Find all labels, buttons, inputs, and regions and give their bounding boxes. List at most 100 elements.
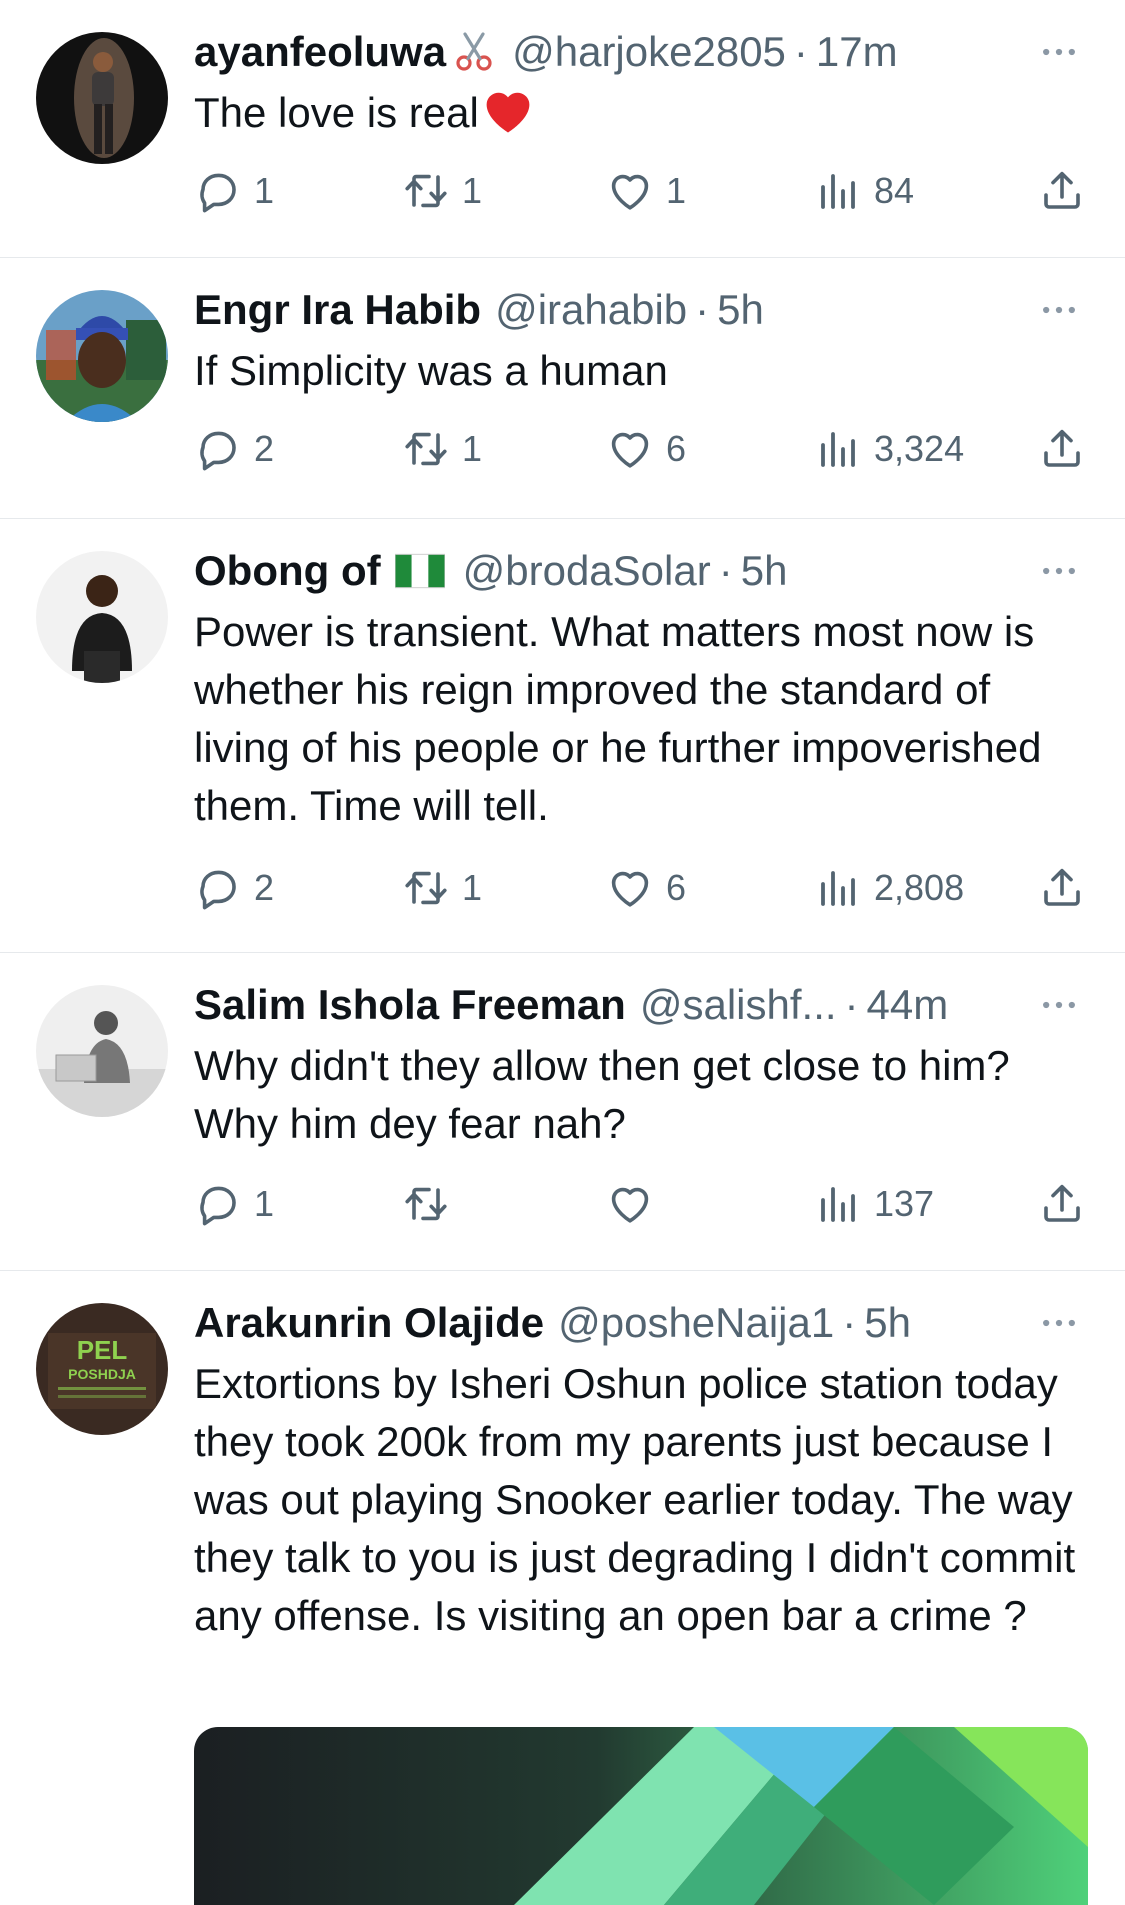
more-options-button[interactable] <box>1035 547 1083 595</box>
author-handle[interactable]: @harjoke2805 <box>512 24 786 80</box>
timestamp[interactable]: 5h <box>741 543 788 599</box>
views-button[interactable]: 2,808 <box>814 859 964 917</box>
views-button[interactable]: 3,324 <box>814 420 964 478</box>
more-options-button[interactable] <box>1035 28 1083 76</box>
ellipsis-icon <box>1037 549 1081 593</box>
avatar-logo-subtext: POSHDJA <box>68 1366 136 1382</box>
ellipsis-icon <box>1037 288 1081 332</box>
avatar-logo-text: PEL <box>77 1335 128 1365</box>
heart-icon <box>606 167 654 215</box>
author-handle[interactable]: @posheNaija1 <box>558 1295 834 1351</box>
view-count: 137 <box>874 1183 935 1224</box>
share-icon <box>1038 864 1086 912</box>
retweet-button[interactable]: 1 <box>402 162 482 220</box>
avatar[interactable] <box>36 290 168 422</box>
views-button[interactable]: 84 <box>814 162 914 220</box>
like-count: 6 <box>666 867 687 908</box>
share-button[interactable] <box>1038 1175 1086 1233</box>
share-button[interactable] <box>1038 420 1086 478</box>
like-button[interactable]: 1 <box>606 162 686 220</box>
author-name[interactable]: Obong of <box>194 543 381 599</box>
tweet-actions: 1 137 <box>194 1175 1094 1233</box>
avatar[interactable] <box>36 32 168 164</box>
retweet-button[interactable]: 1 <box>402 859 482 917</box>
reply-icon <box>194 1180 242 1228</box>
bar-chart-icon <box>814 864 862 912</box>
tweet-text: The love is real <box>194 84 1094 150</box>
scissors-icon <box>450 28 498 76</box>
author-name[interactable]: Engr Ira Habib <box>194 282 481 338</box>
retweet-icon <box>402 864 450 912</box>
tweet-text: Why didn't they allow then get close to … <box>194 1042 1010 1147</box>
author-handle[interactable]: @salishf... <box>640 977 837 1033</box>
tweet-card[interactable]: Obong of @brodaSolar · 5h Power is trans… <box>0 519 1125 953</box>
tweet-header: ayanfeoluwa @harjoke2805 · 17m <box>194 24 898 80</box>
tweet-card[interactable]: ayanfeoluwa @harjoke2805 · 17m The love … <box>0 0 1125 258</box>
author-handle[interactable]: @brodaSolar <box>463 543 711 599</box>
heart-icon <box>606 425 654 473</box>
timestamp[interactable]: 5h <box>717 282 764 338</box>
share-icon <box>1038 167 1086 215</box>
tweet-card[interactable]: PEL POSHDJA Arakunrin Olajide @posheNaij… <box>0 1271 1125 1905</box>
author-handle[interactable]: @irahabib <box>495 282 687 338</box>
tweet-text: If Simplicity was a human <box>194 347 668 394</box>
like-button[interactable]: 6 <box>606 420 686 478</box>
tweet-header: Salim Ishola Freeman @salishf... · 44m <box>194 977 948 1033</box>
share-icon <box>1038 425 1086 473</box>
separator: · <box>718 547 733 594</box>
separator: · <box>844 981 859 1028</box>
reply-count: 1 <box>254 1183 275 1224</box>
like-button[interactable] <box>606 1175 666 1233</box>
reply-count: 2 <box>254 867 275 908</box>
view-count: 84 <box>874 170 915 211</box>
retweet-icon <box>402 425 450 473</box>
nigeria-flag-icon <box>394 553 445 589</box>
avatar[interactable]: PEL POSHDJA <box>36 1303 168 1435</box>
retweet-button[interactable] <box>402 1175 462 1233</box>
retweet-count: 1 <box>462 170 483 211</box>
timestamp[interactable]: 44m <box>867 977 949 1033</box>
timestamp[interactable]: 5h <box>864 1295 911 1351</box>
reply-button[interactable]: 1 <box>194 1175 274 1233</box>
ellipsis-icon <box>1037 983 1081 1027</box>
reply-icon <box>194 864 242 912</box>
avatar[interactable] <box>36 985 168 1117</box>
retweet-button[interactable]: 1 <box>402 420 482 478</box>
bar-chart-icon <box>814 425 862 473</box>
retweet-count: 1 <box>462 428 483 469</box>
author-name[interactable]: Arakunrin Olajide <box>194 1295 544 1351</box>
reply-count: 1 <box>254 170 275 211</box>
reply-count: 2 <box>254 428 275 469</box>
avatar[interactable] <box>36 551 168 683</box>
tweet-actions: 2 1 6 3,324 <box>194 420 1094 478</box>
like-button[interactable]: 6 <box>606 859 686 917</box>
retweet-count: 1 <box>462 867 483 908</box>
reply-button[interactable]: 2 <box>194 420 274 478</box>
more-options-button[interactable] <box>1035 286 1083 334</box>
ellipsis-icon <box>1037 30 1081 74</box>
tweet-header: Arakunrin Olajide @posheNaija1 · 5h <box>194 1295 911 1351</box>
reply-button[interactable]: 1 <box>194 162 274 220</box>
view-count: 2,808 <box>874 867 965 908</box>
tweet-actions: 1 1 1 84 <box>194 162 1094 220</box>
view-count: 3,324 <box>874 428 965 469</box>
separator: · <box>695 286 710 333</box>
tweet-text: Power is transient. What matters most no… <box>194 608 1042 829</box>
more-options-button[interactable] <box>1035 981 1083 1029</box>
timestamp[interactable]: 17m <box>816 24 898 80</box>
tweet-card[interactable]: Salim Ishola Freeman @salishf... · 44m W… <box>0 953 1125 1271</box>
separator: · <box>842 1299 857 1346</box>
share-button[interactable] <box>1038 162 1086 220</box>
more-options-button[interactable] <box>1035 1299 1083 1347</box>
views-button[interactable]: 137 <box>814 1175 934 1233</box>
tweet-media-image[interactable] <box>194 1727 1088 1905</box>
author-name[interactable]: ayanfeoluwa <box>194 24 446 80</box>
reply-icon <box>194 425 242 473</box>
like-count: 1 <box>666 170 687 211</box>
tweet-card[interactable]: Engr Ira Habib @irahabib · 5h If Simplic… <box>0 258 1125 519</box>
tweet-text-content: The love is real <box>194 89 479 136</box>
share-button[interactable] <box>1038 859 1086 917</box>
reply-button[interactable]: 2 <box>194 859 274 917</box>
author-name[interactable]: Salim Ishola Freeman <box>194 977 626 1033</box>
retweet-icon <box>402 167 450 215</box>
